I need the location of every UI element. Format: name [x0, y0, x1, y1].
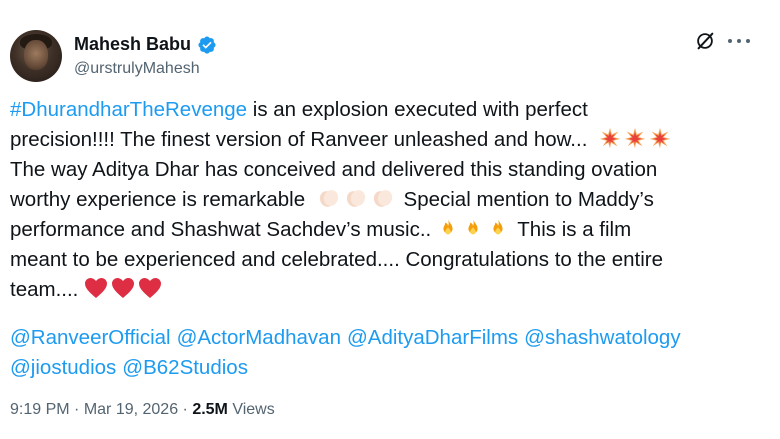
- verified-badge-icon: [198, 35, 216, 54]
- heart-emoji-group: [84, 278, 165, 301]
- red-heart-emoji-icon: [85, 278, 108, 298]
- text-span: performance and Shashwat Sachdev’s music…: [10, 218, 432, 241]
- tweet-line: The way Aditya Dhar has conceived and de…: [10, 158, 658, 181]
- mention-link[interactable]: @shashwatology: [524, 326, 680, 349]
- clapping-hands-emoji-icon: [346, 190, 365, 207]
- clap-emoji-group: [317, 188, 404, 211]
- fire-emoji-icon: [443, 218, 453, 235]
- tweet-line: worthy experience is remarkable Special …: [10, 185, 770, 215]
- text-span: This is a film: [517, 218, 632, 241]
- collision-emoji-icon: [600, 127, 621, 149]
- clapping-hands-emoji-icon: [373, 190, 392, 207]
- tweet-line: meant to be experienced and celebrated..…: [10, 248, 664, 271]
- tweet-text: #DhurandharTheRevenge is an explosion ex…: [10, 95, 770, 305]
- mention-link[interactable]: @jiostudios: [10, 356, 116, 379]
- author-name-row: Mahesh Babu: [74, 34, 217, 55]
- mention-link[interactable]: @B62Studios: [122, 356, 248, 379]
- red-heart-emoji-icon: [112, 278, 135, 298]
- tweet-time[interactable]: 9:19 PM: [10, 401, 70, 418]
- fire-emoji-icon: [493, 218, 503, 235]
- text-span: Special mention to Maddy’s: [403, 188, 654, 211]
- avatar[interactable]: [10, 30, 62, 82]
- collision-emoji-icon: [650, 127, 671, 149]
- fire-emoji-group: [437, 218, 517, 241]
- tweet-line: precision!!!! The finest version of Ranv…: [10, 125, 770, 155]
- views-count: 2.5M: [192, 401, 228, 418]
- text-span: worthy experience is remarkable: [10, 188, 306, 211]
- meta-separator: ·: [178, 401, 193, 418]
- views-label: Views: [227, 401, 275, 418]
- grok-icon[interactable]: [694, 30, 716, 52]
- tweet-date[interactable]: Mar 19, 2026: [84, 401, 178, 418]
- mention-link[interactable]: @ActorMadhavan: [177, 326, 341, 349]
- tweet-line: #DhurandharTheRevenge is an explosion ex…: [10, 95, 770, 125]
- fire-emoji-icon: [468, 218, 478, 235]
- hashtag-link[interactable]: #DhurandharTheRevenge: [10, 98, 247, 121]
- collision-emoji-icon: [625, 127, 646, 149]
- text-span: team....: [10, 278, 79, 301]
- text-span: precision!!!! The finest version of Ranv…: [10, 128, 588, 151]
- tweet-meta: 9:19 PM · Mar 19, 2026 · 2.5M Views: [10, 401, 275, 419]
- tweet-card: Mahesh Babu @urstrulyMahesh #DhurandharT…: [0, 0, 780, 439]
- mentions-line: @RanveerOfficial @ActorMadhavan @AdityaDha…: [10, 323, 770, 353]
- mention-link[interactable]: @RanveerOfficial: [10, 326, 171, 349]
- clapping-hands-emoji-icon: [319, 190, 338, 207]
- text-span: is an explosion executed with perfect: [247, 98, 588, 121]
- tweet-line: performance and Shashwat Sachdev’s music…: [10, 215, 770, 245]
- author-handle[interactable]: @urstrulyMahesh: [74, 60, 200, 78]
- more-options-icon[interactable]: [728, 30, 750, 52]
- meta-separator: ·: [69, 401, 84, 418]
- mentions-block: @RanveerOfficial @ActorMadhavan @AdityaDha…: [10, 323, 770, 383]
- tweet-line: team....: [10, 275, 770, 305]
- avatar-face: [24, 40, 48, 70]
- mention-link[interactable]: @AdityaDharFilms: [347, 326, 518, 349]
- red-heart-emoji-icon: [139, 278, 162, 298]
- mentions-line: @jiostudios @B62Studios: [10, 353, 770, 383]
- collision-emoji-group: [599, 127, 674, 151]
- author-name[interactable]: Mahesh Babu: [74, 34, 191, 55]
